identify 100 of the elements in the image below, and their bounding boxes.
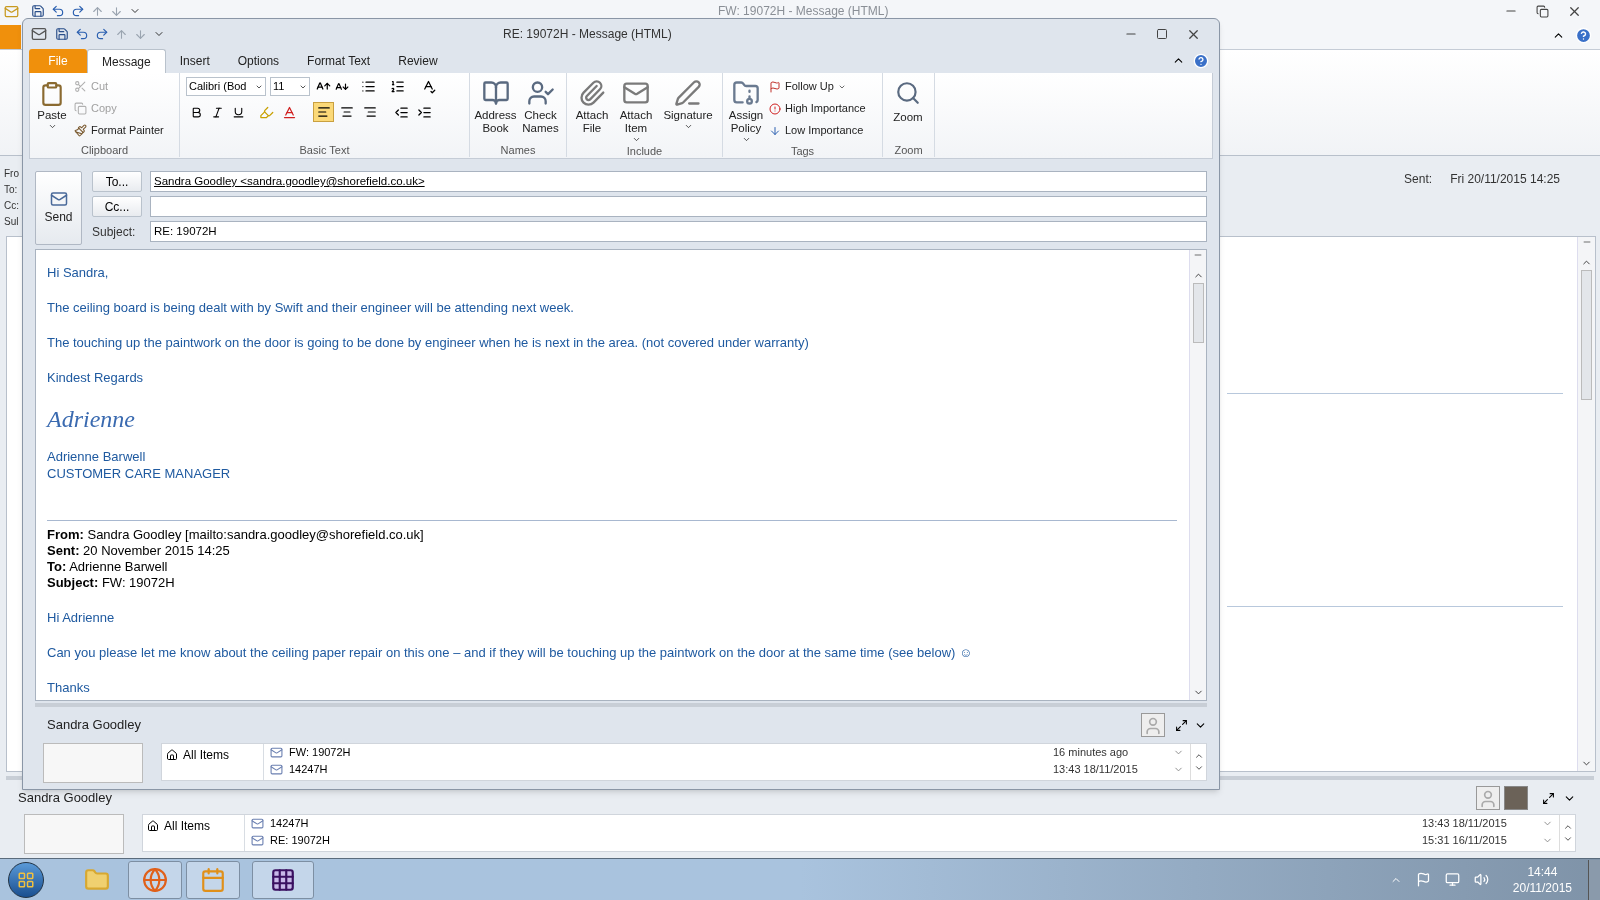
item-subject[interactable]: 14247H [289, 761, 1053, 778]
subject-field[interactable]: RE: 19072H [150, 221, 1207, 242]
check-names-button[interactable]: Check Names [519, 77, 562, 135]
grid-taskbar-icon[interactable] [252, 860, 314, 899]
follow-up-button[interactable]: Follow Up [769, 77, 866, 96]
increase-indent-icon[interactable] [417, 104, 432, 120]
group-label: Tags [789, 144, 816, 158]
bold-icon[interactable] [190, 105, 203, 119]
folder-icon [732, 79, 760, 107]
attach-file-button[interactable]: Attach File [571, 77, 613, 135]
zoom-button[interactable]: Zoom [887, 77, 929, 124]
ribbon-tab[interactable]: Format Text [293, 49, 385, 73]
to-field[interactable]: Sandra Goodley <sandra.goodley@shorefield.co.uk> [150, 171, 1207, 192]
scrollbar[interactable] [1577, 237, 1595, 771]
font-size-select[interactable]: 11 [270, 77, 310, 96]
send-button[interactable]: Send [35, 171, 82, 245]
highlighter-icon[interactable] [259, 104, 274, 120]
start-button[interactable] [8, 861, 44, 898]
help-icon[interactable] [1575, 27, 1592, 44]
scroll-up-icon[interactable] [1193, 751, 1204, 761]
item-subject[interactable]: RE: 19072H [270, 832, 1422, 849]
help-icon[interactable] [1193, 53, 1209, 69]
show-desktop-button[interactable] [1588, 859, 1600, 900]
home-icon [147, 820, 159, 832]
high-button[interactable]: High Importance [769, 99, 866, 118]
volume-icon[interactable] [1473, 872, 1489, 887]
undo-icon[interactable] [51, 4, 65, 18]
maximize-icon[interactable] [1156, 28, 1168, 40]
scroll-thumb[interactable] [1192, 283, 1204, 343]
to-button[interactable]: To... [92, 171, 142, 192]
paste-button[interactable]: Paste [34, 77, 70, 131]
align-icon [316, 105, 331, 119]
cc-field[interactable] [150, 196, 1207, 217]
assign-policy-button[interactable]: Assign Policy [727, 77, 765, 144]
quoted-header-line: Sent: 20 November 2015 14:25 [47, 543, 230, 559]
windows-logo-icon [17, 870, 35, 889]
photo-placeholder [1504, 786, 1528, 810]
arrow-up-icon[interactable] [115, 27, 128, 41]
arrow-down-icon[interactable] [110, 4, 123, 18]
calendar-taskbar-icon[interactable] [186, 860, 240, 899]
scroll-thumb[interactable] [1581, 270, 1592, 400]
window-icon [31, 26, 47, 42]
scrollbar[interactable] [1189, 250, 1206, 700]
decrease-indent-icon[interactable] [394, 104, 409, 120]
scroll-down-icon[interactable] [1562, 834, 1573, 844]
body-paragraph: The ceiling board is being dealt with by Swift and their engineer will be attending next week. [47, 299, 574, 316]
network-icon[interactable] [1444, 872, 1460, 887]
flag-icon[interactable] [1415, 872, 1431, 887]
arrow-up-icon[interactable] [91, 4, 104, 18]
globe-taskbar-icon[interactable] [128, 860, 182, 899]
signature-line: Adrienne Barwell [47, 448, 146, 465]
low-button[interactable]: Low Importance [769, 121, 866, 140]
scroll-down-icon[interactable] [1193, 763, 1204, 773]
envelope-icon [270, 763, 283, 776]
redo-icon[interactable] [71, 4, 85, 18]
scroll-down-icon[interactable] [1581, 758, 1592, 769]
redo-icon[interactable] [95, 27, 109, 41]
ribbon-tab[interactable]: Review [384, 49, 452, 73]
ribbon-tab[interactable]: Options [223, 49, 294, 73]
restore-icon[interactable] [1536, 4, 1549, 18]
spelling-icon[interactable] [421, 79, 436, 94]
font-color-icon[interactable] [282, 104, 297, 120]
home-icon [166, 749, 178, 761]
all-items-filter[interactable]: All Items [147, 817, 210, 835]
ribbon-tab[interactable]: Insert [165, 49, 224, 73]
ribbon-tab[interactable]: Message [87, 49, 166, 73]
group-label: Zoom [893, 143, 924, 157]
item-subject[interactable]: FW: 19072H [289, 744, 1053, 761]
attach-item-button[interactable]: Attach Item [615, 77, 657, 144]
font-select[interactable]: Calibri (Bod [186, 77, 266, 96]
envelope-icon [251, 834, 264, 847]
signature-button[interactable]: Signature [659, 77, 717, 131]
header-label: Sul [4, 215, 19, 229]
cc-button[interactable]: Cc... [92, 196, 142, 217]
avatar-silhouette [1476, 786, 1500, 810]
italic-icon[interactable] [211, 105, 224, 119]
body-paragraph: Hi Adrienne [47, 609, 115, 626]
expand-icon[interactable] [1542, 791, 1555, 805]
underline-icon[interactable] [232, 105, 245, 119]
save-icon[interactable] [31, 4, 45, 18]
magnifier-icon [895, 79, 921, 107]
copy-icon [74, 102, 87, 115]
address-book-button[interactable]: Address Book [474, 77, 517, 135]
expand-icon[interactable] [1175, 718, 1188, 732]
scissors-icon [74, 80, 87, 93]
painter-button[interactable]: Format Painter [74, 121, 164, 140]
save-icon[interactable] [55, 27, 69, 41]
item-time: 16 minutes ago [1053, 745, 1130, 761]
undo-icon[interactable] [75, 27, 89, 41]
quoted-header-line: From: Sandra Goodley [mailto:sandra.goodley@shorefield.co.uk] [47, 527, 424, 543]
all-items-filter[interactable]: All Items [166, 746, 229, 764]
bullets-icon[interactable] [361, 79, 376, 94]
pen-icon [674, 79, 702, 107]
envelope-icon [251, 817, 264, 830]
body-paragraph: Can you please let me know about the ceiling paper repair on this one – and if they will be touching up the paintwork on the door at the same time (see below) ☺ [47, 644, 973, 661]
item-subject[interactable]: 14247H [270, 815, 1422, 832]
arrow-down-icon[interactable] [134, 27, 147, 41]
numbering-icon[interactable] [390, 79, 405, 94]
align-left-button[interactable] [313, 102, 334, 122]
scroll-up-icon[interactable] [1562, 822, 1573, 832]
